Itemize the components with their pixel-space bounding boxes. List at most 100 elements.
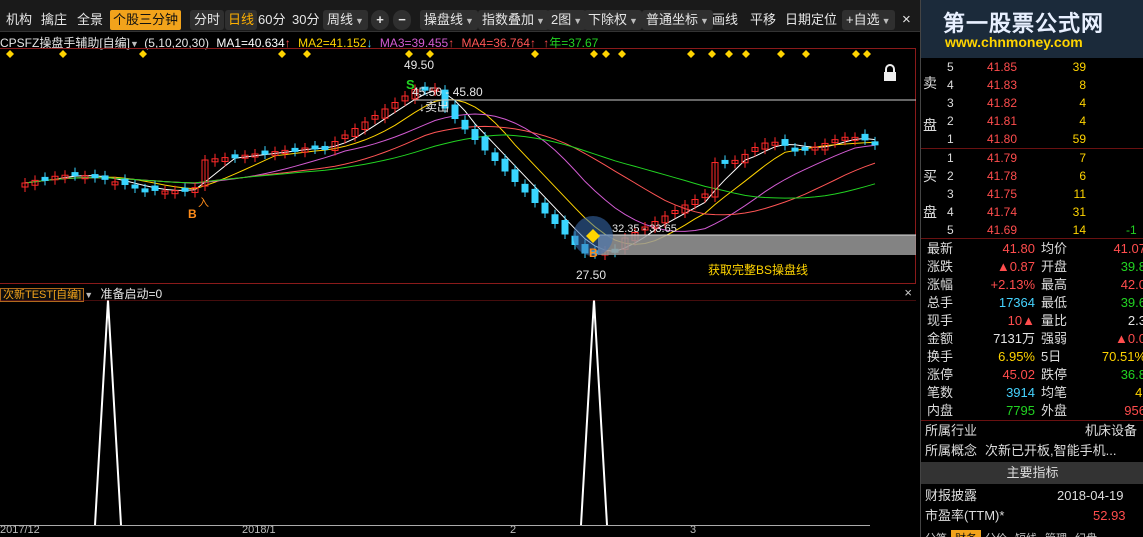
concept-value[interactable]: 次新已开板,智能手机... [985, 441, 1116, 461]
bid-row: 5 41.69 14 -1 [921, 221, 1143, 239]
tab-short[interactable]: 短线 [1011, 530, 1041, 537]
pe-value: 52.93 [1093, 508, 1126, 523]
ask-row: 盘 2 41.81 4 [921, 112, 1143, 133]
tab-finance[interactable]: 财务 [951, 530, 981, 537]
candle-body [71, 172, 79, 177]
candle-body [321, 145, 329, 150]
candle-body [311, 145, 319, 150]
concept-label: 所属概念 [925, 443, 978, 458]
chart-annotations: 49.50 45.50 - 45.80 ↓卖出 S 27.50 B B 入 32… [188, 58, 916, 282]
volume: 39 [1072, 60, 1086, 74]
date-tick: 2017/12 [0, 524, 40, 536]
weekly-label: 周线 [327, 12, 354, 27]
bottom-tabs: 分笔财务分价短线管理纪盘 [921, 530, 1143, 537]
level: 4 [947, 78, 954, 92]
price: 41.85 [987, 60, 1018, 74]
signal-diamond-icon [618, 50, 626, 58]
signal-diamond-icon [139, 50, 147, 58]
candle-body [101, 175, 109, 180]
chart-toolbar: 机构 擒庄 全景 个股三分钟 分时 日线 60分 30分 周线 ▼ + − 操盘线… [0, 0, 920, 32]
zoom-in-button[interactable]: + [371, 10, 389, 30]
quote-label: 开盘 [1041, 259, 1068, 274]
sub-indicator-chart[interactable] [0, 300, 916, 526]
volume: 8 [1079, 78, 1086, 92]
main-indicator-button[interactable]: 主要指标 [921, 462, 1143, 484]
pan-button[interactable]: 平移 [750, 10, 776, 30]
quote-value: 6.95% [998, 349, 1035, 364]
toolbar-item-catch[interactable]: 擒庄 [41, 10, 67, 30]
quote-value: 956 [1124, 403, 1143, 418]
quote-label: 量比 [1041, 313, 1068, 328]
volume: 6 [1079, 169, 1086, 183]
close-icon[interactable]: × [904, 285, 912, 300]
indicator-dropdown[interactable]: 操盘线 ▼ [420, 10, 478, 30]
weekly-dropdown[interactable]: 周线 ▼ [323, 10, 368, 30]
quote-label: 跌停 [1041, 367, 1068, 382]
tab-60min[interactable]: 60分 [258, 10, 285, 30]
date-tick: 2018/1 [242, 524, 276, 536]
quote-label: 5日 [1041, 349, 1062, 364]
highlight-band [598, 235, 916, 255]
industry-value[interactable]: 机床设备 [1085, 421, 1137, 441]
ma3-line [24, 113, 876, 232]
coordinate-dropdown[interactable]: 普通坐标 ▼ [642, 10, 713, 30]
quote-value: 42.0 [1120, 277, 1143, 292]
date-locate-button[interactable]: 日期定位 [785, 10, 837, 30]
lock-icon[interactable] [884, 64, 896, 81]
toolbar-item-institution[interactable]: 机构 [6, 10, 32, 30]
tab-intraday[interactable]: 分时 [190, 10, 225, 30]
volume: 14 [1072, 223, 1086, 237]
quote-label: 笔数 [927, 385, 954, 400]
tab-ticks[interactable]: 分笔 [921, 530, 951, 537]
level: 5 [947, 60, 954, 74]
index-overlay-dropdown[interactable]: 指数叠加 ▼ [478, 10, 549, 30]
quote-value: ▲0.0 [1115, 331, 1143, 346]
date-tick: 3 [690, 524, 697, 536]
indicator-legend: CPSFZ操盘手辅助[自编]▼ (5,10,20,30) MA1=40.634↑… [0, 34, 916, 50]
period-selector-button[interactable]: 个股三分钟 [110, 10, 182, 30]
signal-diamond-icon [802, 50, 810, 58]
quote-label: 最低 [1041, 295, 1068, 310]
candle-body [131, 184, 139, 189]
level: 2 [947, 169, 954, 183]
tab-manage[interactable]: 管理 [1041, 530, 1071, 537]
indicator-label: 操盘线 [424, 12, 464, 27]
quote-row: 涨停 45.02 跌停 36.8 [921, 366, 1143, 384]
tab-30min[interactable]: 30分 [292, 10, 319, 30]
chart-count-dropdown[interactable]: 2图 ▼ [547, 10, 587, 30]
draw-line-button[interactable]: 画线 [712, 10, 738, 30]
bid-row: 1 41.79 7 [921, 149, 1143, 167]
quote-label: 强弱 [1041, 331, 1068, 346]
coordinate-label: 普通坐标 [646, 12, 699, 27]
signal-spike [94, 300, 122, 526]
quote-value: +2.13% [990, 277, 1035, 292]
candle-body [871, 141, 879, 146]
zoom-out-button[interactable]: − [393, 10, 411, 30]
tab-price-dist[interactable]: 分价 [981, 530, 1011, 537]
close-icon[interactable]: × [902, 10, 911, 30]
candle-body [231, 154, 239, 159]
chart-count-label: 2图 [551, 12, 572, 27]
ex-rights-dropdown[interactable]: 下除权 ▼ [584, 10, 642, 30]
toolbar-item-panorama[interactable]: 全景 [77, 10, 103, 30]
candle-body [511, 169, 519, 182]
industry-row: 所属行业 机床设备 [921, 421, 1143, 441]
add-watchlist-dropdown[interactable]: +自选 ▼ [842, 10, 895, 30]
kline-chart[interactable]: 49.50 45.50 - 45.80 ↓卖出 S 27.50 B B 入 32… [0, 48, 916, 284]
brand-url[interactable]: www.chnmoney.com [945, 34, 1083, 50]
sell-range-label: 45.50 - 45.80 [412, 85, 483, 99]
candle-body [261, 150, 269, 155]
quote-value: 10▲ [1007, 313, 1035, 328]
quote-label: 均价 [1041, 241, 1068, 256]
tab-record[interactable]: 纪盘 [1071, 530, 1101, 537]
date-axis: 2017/12 2018/1 2 3 [0, 524, 916, 537]
volume: 4 [1079, 114, 1086, 128]
price: 41.82 [987, 96, 1018, 110]
price: 41.83 [987, 78, 1018, 92]
candle-body [721, 159, 729, 164]
tab-daily[interactable]: 日线 [225, 10, 258, 30]
signal-markers [6, 50, 871, 58]
signal-diamond-icon [725, 50, 733, 58]
signal-diamond-icon [6, 50, 14, 58]
quote-value: 2.3 [1127, 313, 1143, 328]
